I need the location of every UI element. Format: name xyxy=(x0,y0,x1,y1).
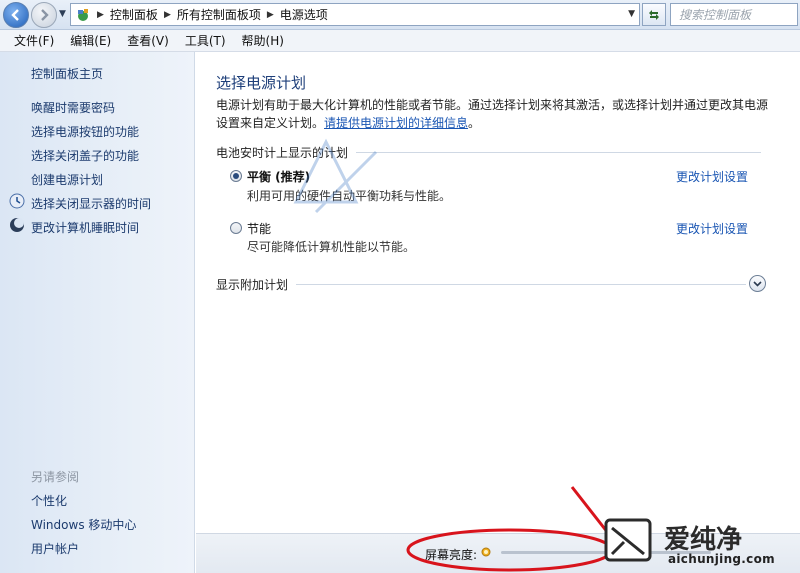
see-also-user-accounts[interactable]: 用户帐户 xyxy=(31,540,79,557)
plan-saver-settings-link[interactable]: 更改计划设置 xyxy=(676,220,748,237)
moon-sleep-icon xyxy=(10,218,24,232)
arrow-right-icon xyxy=(41,9,49,21)
see-also-heading: 另请参阅 xyxy=(31,470,80,484)
chevron-down-icon[interactable]: ▼ xyxy=(628,9,635,19)
watermark-domain: aichunjing.com xyxy=(668,552,775,566)
breadcrumb-item[interactable]: 电源选项 xyxy=(280,6,328,23)
watermark-logo-icon xyxy=(604,518,652,562)
sidebar-item-power-button[interactable]: 选择电源按钮的功能 xyxy=(31,123,139,140)
menu-help[interactable]: 帮助(H) xyxy=(234,30,292,52)
breadcrumb-item[interactable]: 所有控制面板项 xyxy=(177,6,261,23)
sun-brightness-icon xyxy=(481,547,491,557)
menu-tools[interactable]: 工具(T) xyxy=(177,30,234,52)
plan-saver-desc: 尽可能降低计算机性能以节能。 xyxy=(247,240,416,254)
sidebar-item-create-plan[interactable]: 创建电源计划 xyxy=(31,171,103,188)
menu-view[interactable]: 查看(V) xyxy=(119,30,177,52)
watermark-faint-logo xyxy=(293,138,378,214)
additional-plans-group: 显示附加计划 xyxy=(216,276,746,293)
sidebar-item-lid-close[interactable]: 选择关闭盖子的功能 xyxy=(31,147,139,164)
refresh-icon xyxy=(649,9,659,20)
plan-balanced-settings-link[interactable]: 更改计划设置 xyxy=(676,168,748,185)
see-also-mobility-center[interactable]: Windows 移动中心 xyxy=(31,516,136,533)
address-bar: ▼ ▶ 控制面板 ▶ 所有控制面板项 ▶ 电源选项 ▼ xyxy=(0,0,800,30)
search-input[interactable] xyxy=(679,7,791,22)
refresh-button[interactable] xyxy=(642,3,666,26)
see-also-personalization[interactable]: 个性化 xyxy=(31,492,67,509)
menu-bar: 文件(F) 编辑(E) 查看(V) 工具(T) 帮助(H) xyxy=(0,30,800,52)
plan-saver-radio[interactable] xyxy=(230,222,242,234)
expand-additional-plans-button[interactable] xyxy=(749,275,766,292)
breadcrumb-item[interactable]: 控制面板 xyxy=(110,6,158,23)
forward-button[interactable] xyxy=(31,2,57,28)
history-dropdown-icon[interactable]: ▼ xyxy=(59,9,66,19)
watermark-name: 爱纯净 xyxy=(664,525,743,555)
display-timer-icon xyxy=(9,193,25,209)
sidebar: 控制面板主页 唤醒时需要密码 选择电源按钮的功能 选择关闭盖子的功能 创建电源计… xyxy=(0,52,195,573)
control-panel-icon xyxy=(78,8,88,21)
plan-saver-name[interactable]: 节能 xyxy=(247,220,271,237)
back-button[interactable] xyxy=(3,2,29,28)
menu-edit[interactable]: 编辑(E) xyxy=(62,30,119,52)
main-panel: 选择电源计划 电源计划有助于最大化计算机的性能或者节能。通过选择计划来将其激活，… xyxy=(196,52,800,573)
sidebar-home-link[interactable]: 控制面板主页 xyxy=(31,65,103,82)
brightness-label: 屏幕亮度: xyxy=(425,548,478,562)
sidebar-item-display-off[interactable]: 选择关闭显示器的时间 xyxy=(31,195,151,212)
search-box[interactable] xyxy=(670,3,798,26)
plan-balanced-radio[interactable] xyxy=(230,170,242,182)
sidebar-item-sleep-time[interactable]: 更改计算机睡眠时间 xyxy=(31,219,139,236)
sidebar-item-wake-password[interactable]: 唤醒时需要密码 xyxy=(31,99,115,116)
page-title: 选择电源计划 xyxy=(216,74,307,92)
menu-file[interactable]: 文件(F) xyxy=(6,30,62,52)
arrow-left-icon xyxy=(11,9,19,21)
chevron-down-icon xyxy=(753,281,762,287)
address-field[interactable]: ▶ 控制面板 ▶ 所有控制面板项 ▶ 电源选项 ▼ xyxy=(70,3,640,26)
